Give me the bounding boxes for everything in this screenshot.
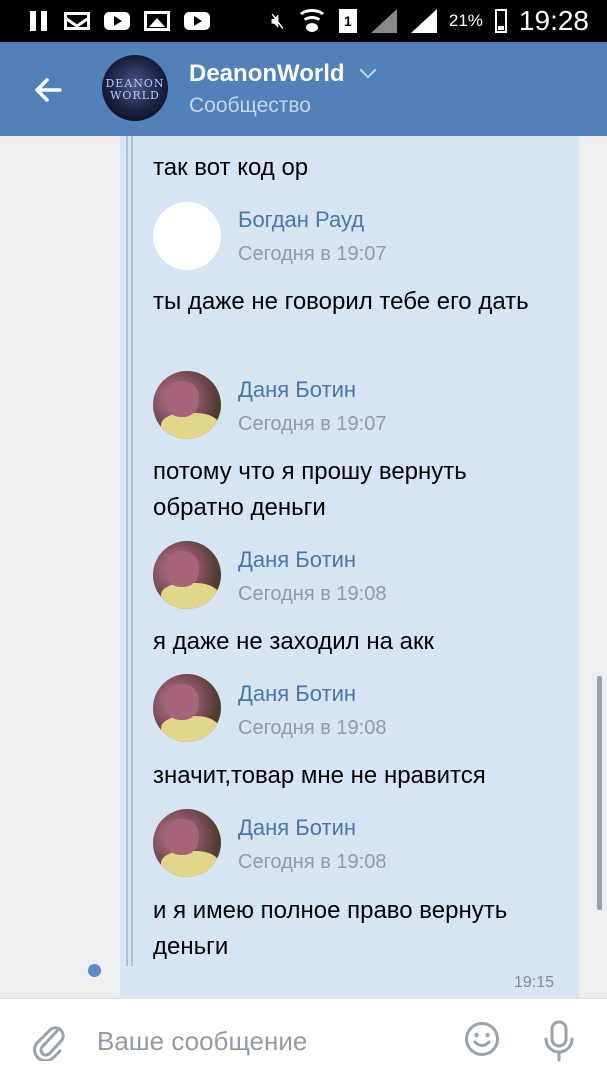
signal-icon-1 bbox=[369, 9, 397, 33]
message-list[interactable]: так вот код ор Богдан Рауд Сегодня в 19:… bbox=[0, 136, 607, 998]
author-avatar[interactable] bbox=[153, 371, 221, 439]
author-avatar[interactable] bbox=[153, 809, 221, 877]
system-icons: 🔇︎ 1 21% 19:28 bbox=[271, 4, 589, 38]
scrollbar[interactable] bbox=[597, 676, 602, 910]
community-logo-line-2: WORLD bbox=[110, 89, 160, 102]
youtube-icon-2 bbox=[184, 12, 210, 30]
unread-indicator bbox=[88, 964, 101, 977]
chat-subtitle: Сообщество bbox=[189, 94, 311, 117]
author-avatar[interactable] bbox=[153, 202, 221, 270]
author-avatar[interactable] bbox=[153, 541, 221, 609]
notification-icons bbox=[28, 8, 210, 34]
pause-icon bbox=[28, 11, 50, 31]
author-name[interactable]: Богдан Рауд bbox=[238, 207, 364, 233]
smile-icon[interactable] bbox=[464, 1021, 500, 1057]
mute-icon: 🔇︎ bbox=[271, 8, 285, 33]
message-timestamp: Сегодня в 19:08 bbox=[238, 851, 387, 873]
sim-icon: 1 bbox=[338, 9, 357, 33]
gallery-icon bbox=[144, 11, 170, 31]
chat-title[interactable]: DeanonWorld bbox=[189, 60, 345, 88]
author-name[interactable]: Даня Ботин bbox=[238, 681, 356, 707]
youtube-icon bbox=[104, 12, 130, 30]
message-text: и я имею полное право вернуть деньги bbox=[153, 897, 508, 960]
battery-percent: 21% bbox=[448, 11, 483, 30]
message-text: значит,товар мне не нравится bbox=[153, 762, 486, 789]
author-avatar[interactable] bbox=[153, 674, 221, 742]
status-bar: 🔇︎ 1 21% 19:28 bbox=[0, 0, 607, 42]
microphone-icon[interactable] bbox=[541, 1019, 577, 1063]
message-text: потому что я прошу вернуть обратно деньг… bbox=[153, 458, 467, 521]
forwarded-thread-line bbox=[126, 136, 133, 966]
message-sent-time: 19:15 bbox=[514, 974, 555, 991]
arrow-left-icon[interactable] bbox=[30, 72, 66, 108]
battery-icon bbox=[494, 9, 507, 33]
message-timestamp: Сегодня в 19:08 bbox=[238, 717, 387, 739]
mail-icon bbox=[64, 12, 90, 30]
chat-header: DEANON WORLD DeanonWorld Сообщество bbox=[0, 42, 607, 136]
message-text: так вот код ор bbox=[153, 154, 309, 181]
chevron-down-icon[interactable] bbox=[359, 61, 377, 79]
message-timestamp: Сегодня в 19:08 bbox=[238, 583, 387, 605]
author-name[interactable]: Даня Ботин bbox=[238, 547, 356, 573]
status-clock: 19:28 bbox=[518, 5, 589, 36]
message-text: ты даже не говорил тебе его дать bbox=[153, 288, 529, 315]
author-name[interactable]: Даня Ботин bbox=[238, 815, 356, 841]
message-input[interactable] bbox=[97, 1025, 437, 1057]
message-timestamp: Сегодня в 19:07 bbox=[238, 413, 387, 435]
community-avatar[interactable]: DEANON WORLD bbox=[102, 55, 168, 121]
composer bbox=[0, 998, 607, 1080]
author-name[interactable]: Даня Ботин bbox=[238, 377, 356, 403]
signal-icon-2 bbox=[409, 9, 437, 33]
paperclip-icon[interactable] bbox=[30, 1021, 68, 1061]
wifi-icon bbox=[295, 9, 328, 33]
message-text: я даже не заходил на акк bbox=[153, 628, 434, 655]
message-timestamp: Сегодня в 19:07 bbox=[238, 243, 387, 265]
